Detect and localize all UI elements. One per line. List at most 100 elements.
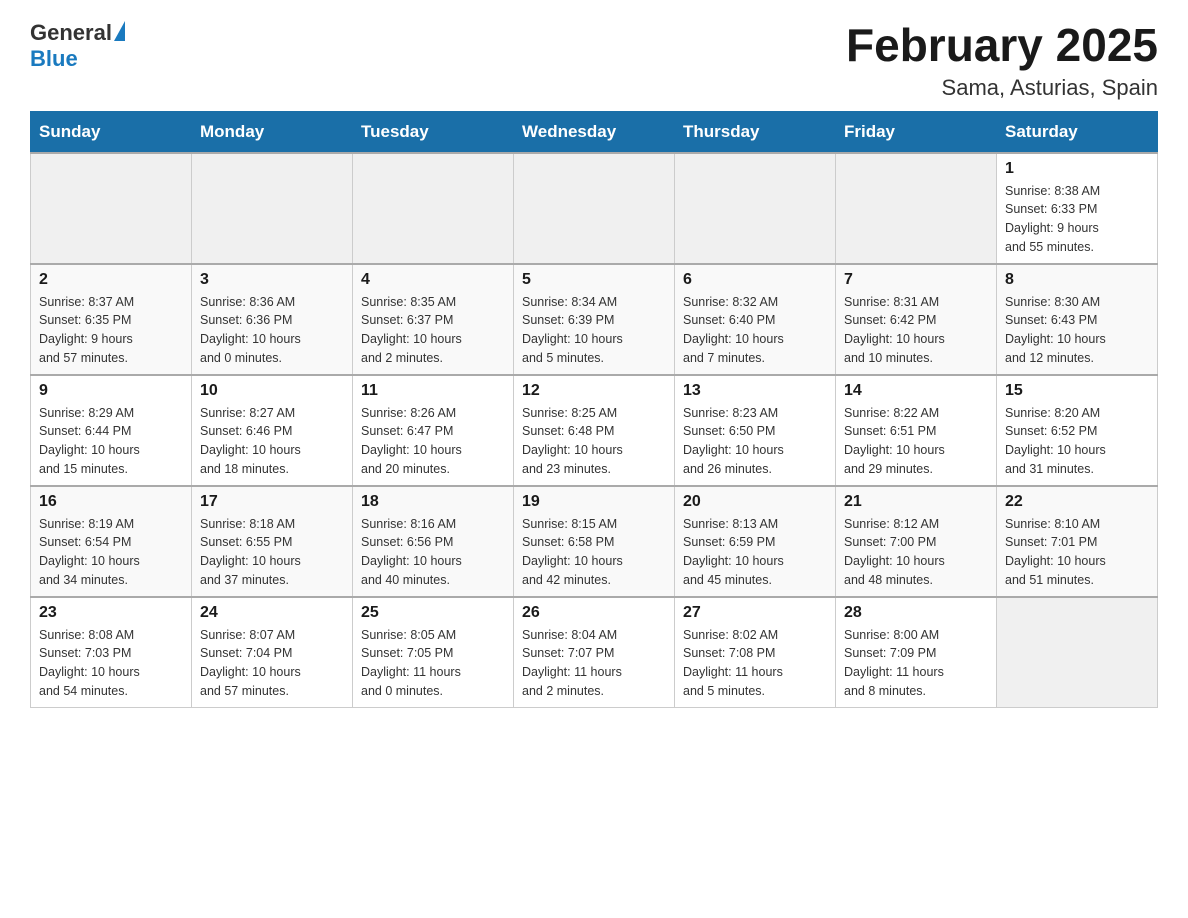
calendar-cell: 2 Sunrise: 8:37 AM Sunset: 6:35 PM Daylig… xyxy=(31,264,192,375)
calendar-cell: 20 Sunrise: 8:13 AM Sunset: 6:59 PM Dayli… xyxy=(675,486,836,597)
day-info: Sunrise: 8:34 AM Sunset: 6:39 PM Dayligh… xyxy=(522,293,666,368)
week-row-3: 9 Sunrise: 8:29 AM Sunset: 6:44 PM Daylig… xyxy=(31,375,1158,486)
calendar-cell: 27Sunrise: 8:02 AM Sunset: 7:08 PM Dayli… xyxy=(675,597,836,708)
calendar-subtitle: Sama, Asturias, Spain xyxy=(846,75,1158,101)
day-info: Sunrise: 8:27 AM Sunset: 6:46 PM Dayligh… xyxy=(200,404,344,479)
calendar-cell: 17 Sunrise: 8:18 AM Sunset: 6:55 PM Dayli… xyxy=(192,486,353,597)
calendar-cell: 22Sunrise: 8:10 AM Sunset: 7:01 PM Dayli… xyxy=(997,486,1158,597)
day-info: Sunrise: 8:36 AM Sunset: 6:36 PM Dayligh… xyxy=(200,293,344,368)
day-number: 26 xyxy=(522,604,666,622)
logo-blue-text: Blue xyxy=(30,46,78,72)
calendar-cell xyxy=(675,153,836,264)
calendar-cell: 25Sunrise: 8:05 AM Sunset: 7:05 PM Dayli… xyxy=(353,597,514,708)
calendar-cell: 12Sunrise: 8:25 AM Sunset: 6:48 PM Dayli… xyxy=(514,375,675,486)
calendar-cell xyxy=(192,153,353,264)
day-number: 2 xyxy=(39,271,183,289)
calendar-cell: 5 Sunrise: 8:34 AM Sunset: 6:39 PM Daylig… xyxy=(514,264,675,375)
day-info: Sunrise: 8:16 AM Sunset: 6:56 PM Dayligh… xyxy=(361,515,505,590)
calendar-cell xyxy=(31,153,192,264)
day-info: Sunrise: 8:20 AM Sunset: 6:52 PM Dayligh… xyxy=(1005,404,1149,479)
calendar-cell: 18 Sunrise: 8:16 AM Sunset: 6:56 PM Dayli… xyxy=(353,486,514,597)
logo-general-text: General xyxy=(30,20,112,46)
day-header-sunday: Sunday xyxy=(31,111,192,153)
day-number: 16 xyxy=(39,493,183,511)
day-number: 12 xyxy=(522,382,666,400)
day-number: 4 xyxy=(361,271,505,289)
calendar-cell: 8 Sunrise: 8:30 AM Sunset: 6:43 PM Daylig… xyxy=(997,264,1158,375)
day-header-tuesday: Tuesday xyxy=(353,111,514,153)
calendar-title: February 2025 xyxy=(846,20,1158,71)
day-info: Sunrise: 8:13 AM Sunset: 6:59 PM Dayligh… xyxy=(683,515,827,590)
day-info: Sunrise: 8:29 AM Sunset: 6:44 PM Dayligh… xyxy=(39,404,183,479)
day-number: 18 xyxy=(361,493,505,511)
day-header-wednesday: Wednesday xyxy=(514,111,675,153)
calendar-cell: 21Sunrise: 8:12 AM Sunset: 7:00 PM Dayli… xyxy=(836,486,997,597)
day-info: Sunrise: 8:32 AM Sunset: 6:40 PM Dayligh… xyxy=(683,293,827,368)
calendar-cell: 19 Sunrise: 8:15 AM Sunset: 6:58 PM Dayli… xyxy=(514,486,675,597)
day-number: 1 xyxy=(1005,160,1149,178)
day-info: Sunrise: 8:18 AM Sunset: 6:55 PM Dayligh… xyxy=(200,515,344,590)
calendar-cell: 26 Sunrise: 8:04 AM Sunset: 7:07 PM Dayli… xyxy=(514,597,675,708)
calendar-cell xyxy=(836,153,997,264)
calendar-cell: 3 Sunrise: 8:36 AM Sunset: 6:36 PM Daylig… xyxy=(192,264,353,375)
day-info: Sunrise: 8:38 AM Sunset: 6:33 PM Dayligh… xyxy=(1005,182,1149,257)
day-number: 24 xyxy=(200,604,344,622)
calendar-cell xyxy=(353,153,514,264)
logo: General Blue xyxy=(30,20,125,72)
day-number: 23 xyxy=(39,604,183,622)
day-info: Sunrise: 8:23 AM Sunset: 6:50 PM Dayligh… xyxy=(683,404,827,479)
calendar-cell xyxy=(514,153,675,264)
day-number: 17 xyxy=(200,493,344,511)
day-info: Sunrise: 8:30 AM Sunset: 6:43 PM Dayligh… xyxy=(1005,293,1149,368)
week-row-4: 16Sunrise: 8:19 AM Sunset: 6:54 PM Dayli… xyxy=(31,486,1158,597)
day-number: 20 xyxy=(683,493,827,511)
calendar-cell: 14 Sunrise: 8:22 AM Sunset: 6:51 PM Dayli… xyxy=(836,375,997,486)
day-info: Sunrise: 8:10 AM Sunset: 7:01 PM Dayligh… xyxy=(1005,515,1149,590)
day-number: 21 xyxy=(844,493,988,511)
day-info: Sunrise: 8:26 AM Sunset: 6:47 PM Dayligh… xyxy=(361,404,505,479)
calendar-cell: 24 Sunrise: 8:07 AM Sunset: 7:04 PM Dayli… xyxy=(192,597,353,708)
day-number: 5 xyxy=(522,271,666,289)
day-info: Sunrise: 8:37 AM Sunset: 6:35 PM Dayligh… xyxy=(39,293,183,368)
day-number: 8 xyxy=(1005,271,1149,289)
day-info: Sunrise: 8:22 AM Sunset: 6:51 PM Dayligh… xyxy=(844,404,988,479)
day-number: 19 xyxy=(522,493,666,511)
week-row-5: 23 Sunrise: 8:08 AM Sunset: 7:03 PM Dayli… xyxy=(31,597,1158,708)
week-row-1: 1 Sunrise: 8:38 AM Sunset: 6:33 PM Daylig… xyxy=(31,153,1158,264)
calendar-cell: 6 Sunrise: 8:32 AM Sunset: 6:40 PM Daylig… xyxy=(675,264,836,375)
calendar-cell: 9 Sunrise: 8:29 AM Sunset: 6:44 PM Daylig… xyxy=(31,375,192,486)
day-info: Sunrise: 8:04 AM Sunset: 7:07 PM Dayligh… xyxy=(522,626,666,701)
day-info: Sunrise: 8:05 AM Sunset: 7:05 PM Dayligh… xyxy=(361,626,505,701)
calendar-cell: 23 Sunrise: 8:08 AM Sunset: 7:03 PM Dayli… xyxy=(31,597,192,708)
day-number: 13 xyxy=(683,382,827,400)
week-row-2: 2 Sunrise: 8:37 AM Sunset: 6:35 PM Daylig… xyxy=(31,264,1158,375)
day-header-monday: Monday xyxy=(192,111,353,153)
calendar-cell: 13 Sunrise: 8:23 AM Sunset: 6:50 PM Dayli… xyxy=(675,375,836,486)
calendar-cell: 11 Sunrise: 8:26 AM Sunset: 6:47 PM Dayli… xyxy=(353,375,514,486)
calendar-cell: 4 Sunrise: 8:35 AM Sunset: 6:37 PM Daylig… xyxy=(353,264,514,375)
day-number: 7 xyxy=(844,271,988,289)
day-number: 14 xyxy=(844,382,988,400)
day-info: Sunrise: 8:08 AM Sunset: 7:03 PM Dayligh… xyxy=(39,626,183,701)
day-number: 15 xyxy=(1005,382,1149,400)
calendar-cell: 1 Sunrise: 8:38 AM Sunset: 6:33 PM Daylig… xyxy=(997,153,1158,264)
calendar-cell: 15 Sunrise: 8:20 AM Sunset: 6:52 PM Dayli… xyxy=(997,375,1158,486)
calendar-cell: 10Sunrise: 8:27 AM Sunset: 6:46 PM Dayli… xyxy=(192,375,353,486)
page-header: General Blue February 2025 Sama, Asturia… xyxy=(30,20,1158,101)
calendar-cell xyxy=(997,597,1158,708)
day-number: 28 xyxy=(844,604,988,622)
day-number: 11 xyxy=(361,382,505,400)
day-info: Sunrise: 8:35 AM Sunset: 6:37 PM Dayligh… xyxy=(361,293,505,368)
day-number: 3 xyxy=(200,271,344,289)
calendar-cell: 28 Sunrise: 8:00 AM Sunset: 7:09 PM Dayli… xyxy=(836,597,997,708)
day-header-saturday: Saturday xyxy=(997,111,1158,153)
day-number: 9 xyxy=(39,382,183,400)
day-info: Sunrise: 8:15 AM Sunset: 6:58 PM Dayligh… xyxy=(522,515,666,590)
day-info: Sunrise: 8:02 AM Sunset: 7:08 PM Dayligh… xyxy=(683,626,827,701)
day-header-thursday: Thursday xyxy=(675,111,836,153)
calendar-cell: 7 Sunrise: 8:31 AM Sunset: 6:42 PM Daylig… xyxy=(836,264,997,375)
day-info: Sunrise: 8:31 AM Sunset: 6:42 PM Dayligh… xyxy=(844,293,988,368)
day-number: 6 xyxy=(683,271,827,289)
day-info: Sunrise: 8:07 AM Sunset: 7:04 PM Dayligh… xyxy=(200,626,344,701)
day-info: Sunrise: 8:00 AM Sunset: 7:09 PM Dayligh… xyxy=(844,626,988,701)
